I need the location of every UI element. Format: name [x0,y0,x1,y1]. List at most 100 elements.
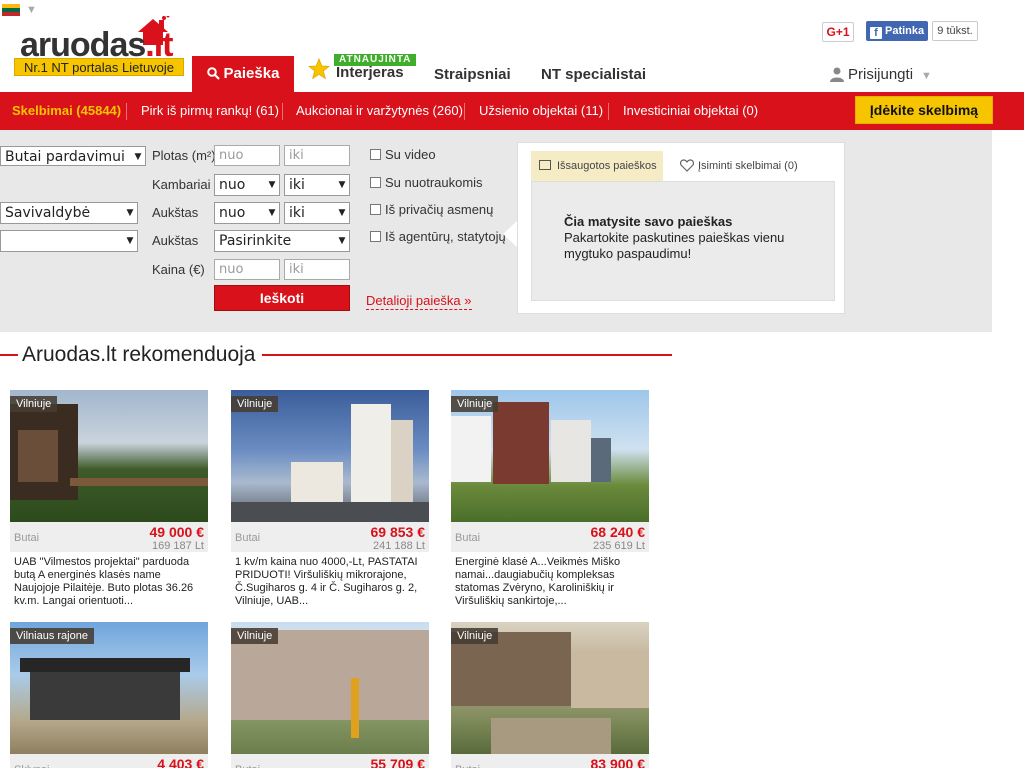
private-sellers-label: Iš privačių asmenų [385,202,494,217]
listing-price: 4 403 € [157,756,204,768]
nav-tab-search[interactable]: Paieška [192,56,294,92]
site-header: aruodas.lt Nr.1 NT portalas Lietuvoje G+… [0,0,1024,92]
chevron-down-icon: ▼ [338,236,346,246]
saved-searches-content: Čia matysite savo paieškas Pakartokite p… [531,181,835,301]
nav-tab-articles[interactable]: Straipsniai [434,58,511,92]
property-type: Butai [235,763,260,768]
listing-price: 83 900 € [590,756,646,768]
area-label: Plotas (m²) [152,148,216,163]
nav-tab-search-label: Paieška [223,65,280,82]
with-video-checkbox[interactable]: Su video [370,147,436,163]
floor-to-select[interactable]: iki ▼ [284,202,350,224]
floors-label: Aukštas [152,233,199,248]
nav-tab-specialists[interactable]: NT specialistai [541,58,646,92]
save-icon [539,160,551,170]
floor-from-value: nuo [219,205,246,221]
rooms-from-select[interactable]: nuo ▼ [214,174,280,196]
listing-price-lt: 235 619 Lt [593,540,645,552]
location-badge: Vilniuje [451,628,499,644]
search-icon [206,67,220,80]
location-badge: Vilniuje [231,396,279,412]
category-foreign[interactable]: Užsienio objektai (11) [479,92,603,130]
floor-label: Aukštas [152,205,199,220]
property-type-select[interactable]: Butai pardavimui ▼ [0,146,146,166]
private-sellers-checkbox[interactable]: Iš privačių asmenų [370,202,493,218]
callout-arrow [503,220,518,248]
category-investment[interactable]: Investiciniai objektai (0) [623,92,758,130]
facebook-icon: f [870,27,882,39]
detailed-search-link[interactable]: Detalioji paieška » [366,293,472,310]
chevron-down-icon: ▼ [126,236,134,246]
listing-description[interactable]: 1 kv/m kaina nuo 4000,-Lt, PASTATAI PRID… [235,556,427,608]
heart-icon [679,159,695,172]
location-badge: Vilniuje [451,396,499,412]
logo-wordmark: aruodas.lt [20,28,173,62]
with-photos-label: Su nuotraukomis [385,175,483,190]
chevron-down-icon: ▼ [126,208,134,218]
price-from-input[interactable]: nuo [214,259,280,280]
listing-info: Butai 55 709 € [231,754,429,768]
location-select[interactable]: ▼ [0,230,138,252]
property-type: Butai [14,532,40,544]
listing-price-lt: 241 188 Lt [373,540,425,552]
with-photos-checkbox[interactable]: Su nuotraukomis [370,175,483,191]
agencies-checkbox[interactable]: Iš agentūrų, statytojų [370,229,506,245]
listing-price: 69 853 € [370,524,426,540]
category-ads[interactable]: Skelbimai (45844) [12,92,121,130]
property-type: Sklypai [14,763,49,768]
tab-saved-searches[interactable]: Išsaugotos paieškos [531,151,663,181]
with-video-label: Su video [385,147,436,162]
listing-price: 68 240 € [590,524,646,540]
floor-from-select[interactable]: nuo ▼ [214,202,280,224]
category-bar: Skelbimai (45844) Pirk iš pirmų rankų! (… [0,92,1024,130]
property-type: Butai [235,532,261,544]
listing-description[interactable]: Energinė klasė A...Veikmės Miško namai..… [455,556,647,608]
checkbox-box[interactable] [370,204,381,215]
star-icon [308,58,330,80]
nav-tab-interior-label: Interjeras [336,64,404,81]
chevron-down-icon: ▼ [338,208,346,218]
listing-price: 55 709 € [370,756,426,768]
listing-info: Butai 68 240 € 235 619 Lt [451,522,649,552]
rooms-to-select[interactable]: iki ▼ [284,174,350,196]
municipality-value: Savivaldybė [5,205,91,221]
divider [282,103,283,120]
place-ad-button[interactable]: Įdėkite skelbimą [855,96,993,124]
property-type: Butai [455,532,481,544]
floors-value: Pasirinkite [219,233,292,249]
chevron-down-icon: ▼ [921,70,932,82]
checkbox-box[interactable] [370,177,381,188]
search-button[interactable]: Ieškoti [214,285,350,311]
tab-remembered-ads[interactable]: Įsiminti skelbimai (0) [676,151,798,181]
location-badge: Vilniaus rajone [10,628,94,644]
rooms-from-value: nuo [219,177,246,193]
listing-description[interactable]: UAB "Vilmestos projektai" parduoda butą … [14,556,206,608]
category-first-hand[interactable]: Pirk iš pirmų rankų! (61) [141,92,279,130]
divider [608,103,609,120]
chevron-down-icon: ▼ [268,208,276,218]
listing-info: Butai 69 853 € 241 188 Lt [231,522,429,552]
municipality-select[interactable]: Savivaldybė ▼ [0,202,138,224]
chevron-down-icon: ▼ [26,4,37,16]
saved-searches-title: Čia matysite savo paieškas [564,214,733,229]
floor-to-value: iki [289,205,305,221]
property-type-value: Butai pardavimui [5,149,125,165]
checkbox-box[interactable] [370,149,381,160]
facebook-like-button[interactable]: f Patinka [866,21,928,41]
user-icon [830,67,844,82]
floors-select[interactable]: Pasirinkite ▼ [214,230,350,252]
listing-info: Sklypai 4 403 € [10,754,208,768]
login-menu[interactable]: Prisijungti ▼ [830,58,932,92]
lithuania-flag-icon [2,4,20,16]
price-label: Kaina (€) [152,262,205,277]
category-auctions[interactable]: Aukcionai ir varžytynės (260) [296,92,463,130]
google-plus-button[interactable]: G+1 [822,22,854,42]
area-from-input[interactable]: nuo [214,145,280,166]
agencies-label: Iš agentūrų, statytojų [385,229,506,244]
area-to-input[interactable]: iki [284,145,350,166]
price-to-input[interactable]: iki [284,259,350,280]
checkbox-box[interactable] [370,231,381,242]
listing-info: Butai 83 900 € [451,754,649,768]
tab-remembered-label: Įsiminti skelbimai (0) [698,160,798,172]
location-badge: Vilniuje [10,396,58,412]
